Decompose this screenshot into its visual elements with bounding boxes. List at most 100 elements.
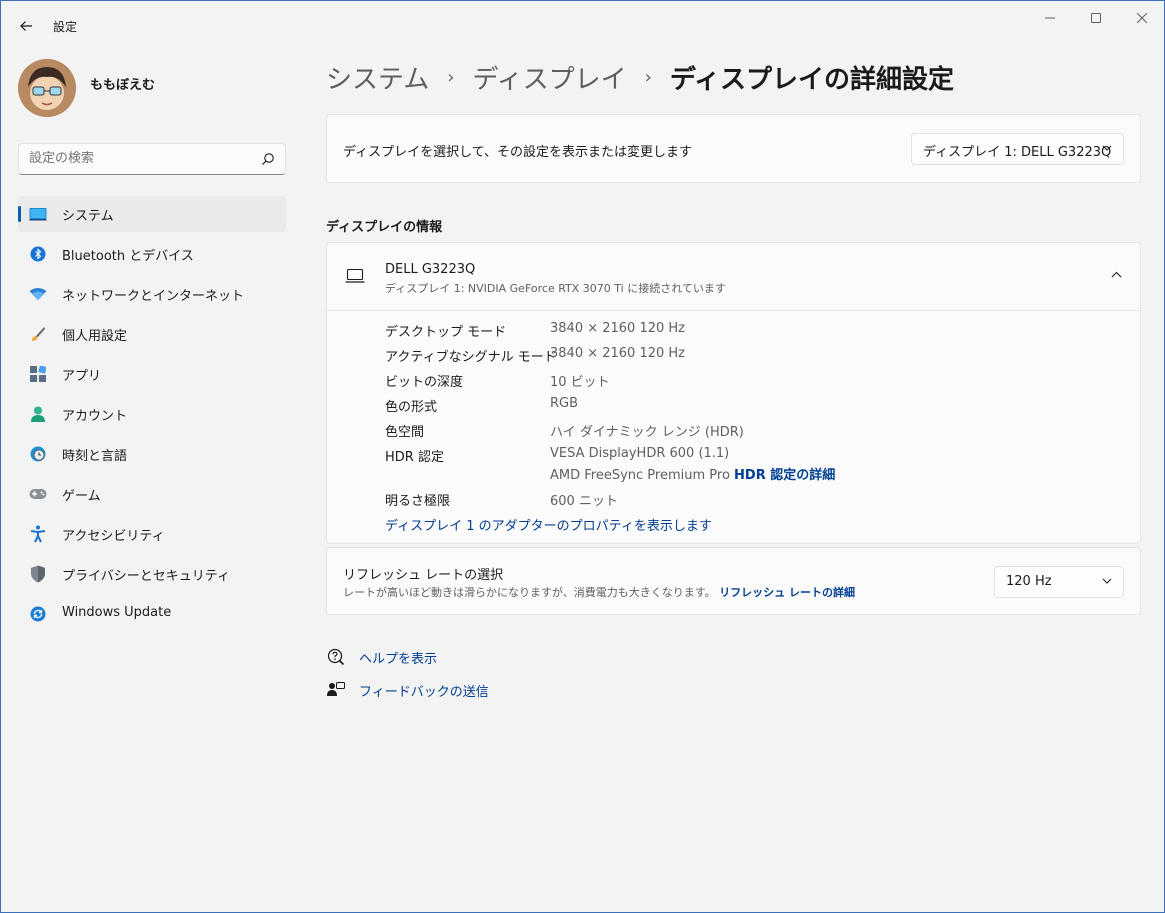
maximize-button[interactable] <box>1073 5 1119 31</box>
help-icon <box>326 647 346 667</box>
refresh-rate-value: 120 Hz <box>1006 574 1052 589</box>
refresh-rate-description: レートが高いほど動きは滑らかになりますが、消費電力も大きくなります。 リフレッシ… <box>343 584 855 600</box>
hdr-freesync-text: AMD FreeSync Premium Pro <box>550 468 730 483</box>
property-label: HDR 認定 <box>385 450 444 465</box>
chevron-down-icon <box>1102 578 1112 584</box>
gamepad-icon <box>29 485 47 503</box>
back-button[interactable] <box>13 13 39 39</box>
display-select-label: ディスプレイを選択して、その設定を表示または変更します <box>343 145 693 160</box>
display-select-card: ディスプレイを選択して、その設定を表示または変更します ディスプレイ 1: DE… <box>326 114 1141 183</box>
property-value: VESA DisplayHDR 600 (1.1) <box>550 446 730 461</box>
clock-globe-icon <box>29 445 47 463</box>
update-icon <box>29 605 47 623</box>
section-title-display-info: ディスプレイの情報 <box>326 220 443 235</box>
hdr-cert-link[interactable]: HDR 認定の詳細 <box>734 468 835 483</box>
display-dropdown-value: ディスプレイ 1: DELL G3223Q <box>923 145 1112 160</box>
property-label: ビットの深度 <box>385 375 464 390</box>
avatar[interactable] <box>18 59 76 117</box>
adapter-properties-link[interactable]: ディスプレイ 1 のアダプターのプロパティを表示します <box>385 515 712 534</box>
system-icon <box>29 205 47 223</box>
property-value: 3840 × 2160 120 Hz <box>550 321 686 336</box>
sidebar-item-label: 個人用設定 <box>62 329 128 344</box>
breadcrumb-system[interactable]: システム <box>326 59 429 96</box>
feedback-icon <box>326 680 346 700</box>
sidebar-item-bluetooth[interactable]: Bluetooth とデバイス <box>18 236 286 272</box>
sidebar-item-label: アカウント <box>62 409 128 424</box>
minimize-button[interactable] <box>1027 5 1073 31</box>
breadcrumb-separator: › <box>447 67 455 88</box>
search-input[interactable] <box>29 151 249 166</box>
profile[interactable] <box>18 59 76 117</box>
settings-window: 設定 ももぼえむ 設定の検索 システム Bluetooth とデバイス ネットワ… <box>0 0 1165 913</box>
title-bar: 設定 <box>1 1 1164 49</box>
property-value: AMD FreeSync Premium Pro HDR 認定の詳細 <box>550 464 835 483</box>
feedback-label[interactable]: フィードバックの送信 <box>359 681 489 700</box>
back-arrow-icon <box>20 21 32 31</box>
sidebar-item-label: ネットワークとインターネット <box>62 289 245 304</box>
sidebar-item-time-language[interactable]: 時刻と言語 <box>18 436 286 472</box>
sidebar-item-apps[interactable]: アプリ <box>18 356 286 392</box>
breadcrumb: システム › ディスプレイ › ディスプレイの詳細設定 <box>326 59 954 96</box>
display-name: DELL G3223Q <box>385 262 476 277</box>
display-connection: ディスプレイ 1: NVIDIA GeForce RTX 3070 Ti に接続… <box>385 282 726 295</box>
display-info-card: DELL G3223Q ディスプレイ 1: NVIDIA GeForce RTX… <box>326 242 1141 544</box>
sidebar-item-label: ゲーム <box>62 489 101 504</box>
feedback-link[interactable]: フィードバックの送信 <box>326 680 489 700</box>
refresh-rate-description-text: レートが高いほど動きは滑らかになりますが、消費電力も大きくなります。 <box>343 586 716 599</box>
search-icon[interactable] <box>261 152 275 166</box>
wifi-icon <box>29 285 47 303</box>
property-label: アクティブなシグナル モード <box>385 350 557 365</box>
property-value: ハイ ダイナミック レンジ (HDR) <box>550 425 744 440</box>
refresh-rate-title: リフレッシュ レートの選択 <box>343 568 504 583</box>
help-link[interactable]: ヘルプを表示 <box>326 647 437 667</box>
sidebar-nav: システム Bluetooth とデバイス ネットワークとインターネット 個人用設… <box>18 196 286 636</box>
sidebar-item-accessibility[interactable]: アクセシビリティ <box>18 516 286 552</box>
property-value: 3840 × 2160 120 Hz <box>550 346 686 361</box>
help-label[interactable]: ヘルプを表示 <box>359 648 437 667</box>
sidebar-item-windows-update[interactable]: Windows Update <box>18 596 286 632</box>
monitor-icon <box>345 268 365 283</box>
chevron-up-icon[interactable] <box>1111 271 1122 278</box>
chevron-down-icon <box>1102 145 1112 151</box>
property-value: 10 ビット <box>550 375 610 390</box>
sidebar-item-label: 時刻と言語 <box>62 449 128 464</box>
shield-icon <box>29 565 47 583</box>
refresh-rate-link[interactable]: リフレッシュ レートの詳細 <box>719 586 855 599</box>
property-label: デスクトップ モード <box>385 325 507 340</box>
sidebar-item-label: プライバシーとセキュリティ <box>62 569 230 584</box>
brush-icon <box>29 325 47 343</box>
sidebar-item-network[interactable]: ネットワークとインターネット <box>18 276 286 312</box>
accessibility-icon <box>29 525 47 543</box>
property-label: 明るさ極限 <box>385 494 451 509</box>
breadcrumb-display[interactable]: ディスプレイ <box>472 59 626 96</box>
account-icon <box>29 405 47 423</box>
property-label: 色空間 <box>385 425 425 440</box>
property-value: RGB <box>550 396 579 411</box>
display-dropdown[interactable]: ディスプレイ 1: DELL G3223Q <box>911 133 1124 165</box>
close-icon <box>1137 13 1147 23</box>
user-name: ももぼえむ <box>90 78 156 93</box>
close-button[interactable] <box>1119 5 1165 31</box>
sidebar-item-label: アクセシビリティ <box>62 529 165 544</box>
refresh-rate-dropdown[interactable]: 120 Hz <box>994 566 1124 598</box>
breadcrumb-separator: › <box>644 67 652 88</box>
property-value: 600 ニット <box>550 494 618 509</box>
minimize-icon <box>1045 17 1055 19</box>
search-box[interactable] <box>18 143 286 175</box>
sidebar-item-label: Windows Update <box>62 605 172 620</box>
page-title: ディスプレイの詳細設定 <box>669 65 955 95</box>
sidebar-item-gaming[interactable]: ゲーム <box>18 476 286 512</box>
sidebar-item-label: アプリ <box>62 369 102 384</box>
sidebar-item-personalization[interactable]: 個人用設定 <box>18 316 286 352</box>
sidebar-item-privacy[interactable]: プライバシーとセキュリティ <box>18 556 286 592</box>
sidebar-item-accounts[interactable]: アカウント <box>18 396 286 432</box>
refresh-rate-card: リフレッシュ レートの選択 レートが高いほど動きは滑らかになりますが、消費電力も… <box>326 547 1141 615</box>
app-title: 設定 <box>53 20 78 34</box>
sidebar-item-label: システム <box>62 209 114 224</box>
sidebar-item-system[interactable]: システム <box>18 196 286 232</box>
maximize-icon <box>1091 13 1101 23</box>
avatar-image <box>18 59 76 117</box>
bluetooth-icon <box>29 245 47 263</box>
sidebar-item-label: Bluetooth とデバイス <box>62 249 194 264</box>
display-info-header[interactable]: DELL G3223Q ディスプレイ 1: NVIDIA GeForce RTX… <box>327 243 1140 311</box>
